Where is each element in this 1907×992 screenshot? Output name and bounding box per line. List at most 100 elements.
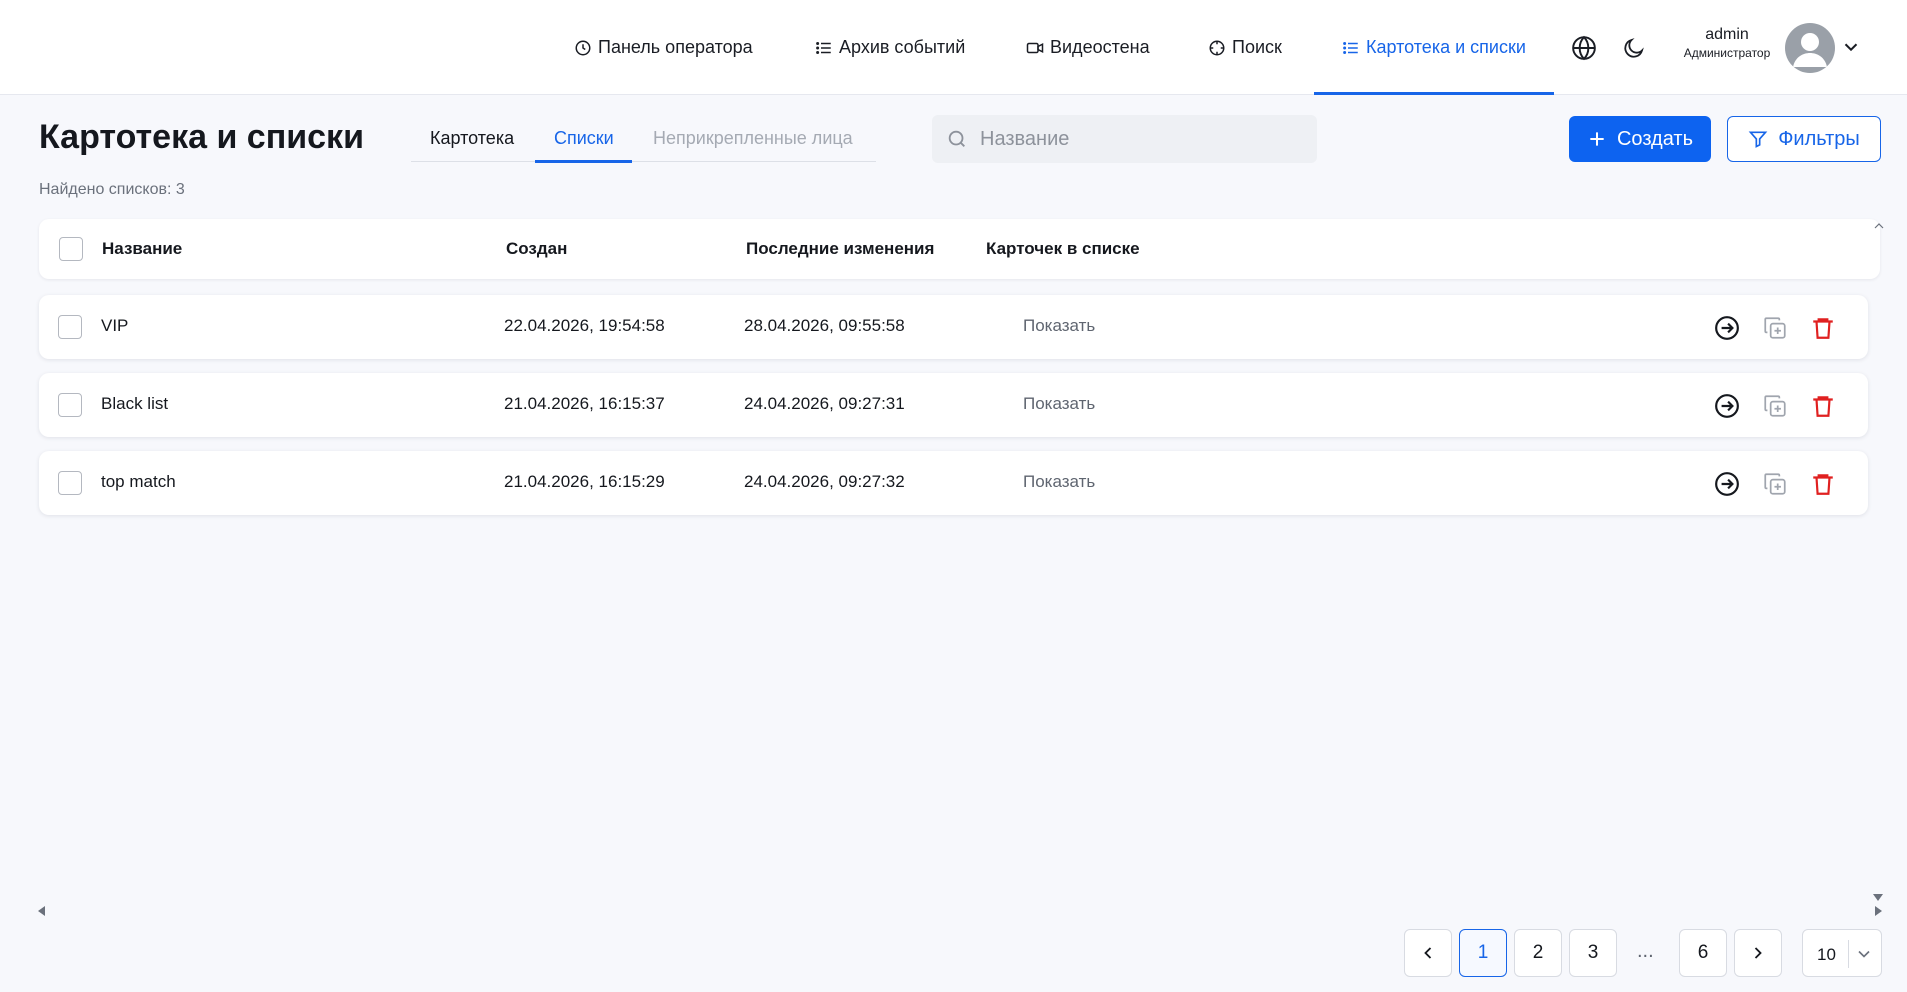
user-role: Администратор	[1683, 46, 1771, 60]
table-row[interactable]: Black list 21.04.2026, 16:15:37 24.04.20…	[39, 373, 1868, 437]
user-menu-chevron[interactable]	[1840, 36, 1862, 58]
row-created: 21.04.2026, 16:15:29	[504, 472, 665, 491]
column-header-modified[interactable]: Последние изменения	[746, 239, 934, 259]
nav-events-archive-label: Архив событий	[839, 37, 966, 57]
plus-icon	[1590, 132, 1604, 146]
tab-lists[interactable]: Списки	[554, 128, 614, 149]
create-button-label: Создать	[1616, 127, 1693, 150]
row-checkbox[interactable]	[58, 315, 82, 339]
moon-icon	[1624, 38, 1644, 58]
copy-button[interactable]	[1762, 393, 1788, 419]
filters-button-label: Фильтры	[1778, 127, 1860, 150]
nav-videowall[interactable]: Видеостена	[1026, 0, 1150, 95]
open-button[interactable]	[1714, 393, 1740, 419]
nav-search[interactable]: Поиск	[1208, 0, 1282, 95]
copy-add-icon	[1764, 395, 1786, 417]
trash-icon	[1813, 318, 1833, 339]
table-row[interactable]: top match 21.04.2026, 16:15:29 24.04.202…	[39, 451, 1868, 515]
table-header: Название Создан Последние изменения Карт…	[39, 219, 1880, 279]
copy-button[interactable]	[1762, 315, 1788, 341]
show-cards-link[interactable]: Показать	[1023, 472, 1095, 492]
user-info[interactable]: admin Администратор	[1672, 26, 1782, 60]
per-page-divider	[1848, 940, 1849, 968]
nav-videowall-label: Видеостена	[1050, 37, 1150, 57]
scroll-left-arrow-icon[interactable]	[37, 906, 47, 916]
row-name: top match	[101, 472, 176, 491]
nav-files-and-lists-label: Картотека и списки	[1366, 37, 1526, 57]
copy-add-icon	[1764, 473, 1786, 495]
search-input[interactable]	[980, 127, 1300, 151]
page-title: Картотека и списки	[39, 118, 364, 156]
found-count: Найдено списков: 3	[39, 181, 185, 198]
select-all-checkbox[interactable]	[59, 237, 83, 261]
arrow-right-circle-icon	[1715, 316, 1739, 340]
row-checkbox[interactable]	[58, 471, 82, 495]
row-modified: 24.04.2026, 09:27:32	[744, 472, 905, 491]
nav-search-label: Поиск	[1232, 37, 1282, 57]
row-created: 21.04.2026, 16:15:37	[504, 394, 665, 413]
nav-events-archive[interactable]: Архив событий	[815, 0, 965, 95]
chevron-left-icon	[1424, 947, 1432, 959]
delete-button[interactable]	[1810, 471, 1836, 497]
avatar[interactable]	[1785, 23, 1835, 73]
top-navigation-bar: Панель оператора Архив событий Видеостен…	[0, 0, 1907, 95]
delete-button[interactable]	[1810, 393, 1836, 419]
crosshair-icon	[1209, 40, 1225, 55]
tab-unattached-faces[interactable]: Неприкрепленные лица	[653, 128, 853, 149]
column-header-created[interactable]: Создан	[506, 239, 567, 259]
user-name: admin	[1705, 26, 1749, 43]
chevron-down-icon	[1844, 43, 1858, 52]
create-button[interactable]: Создать	[1569, 116, 1711, 162]
prev-page-button[interactable]	[1404, 929, 1452, 977]
user-icon	[1793, 33, 1827, 67]
list-icon	[1343, 41, 1358, 54]
pagination-ellipsis: ...	[1637, 940, 1654, 962]
copy-button[interactable]	[1762, 471, 1788, 497]
scroll-up-arrow-icon[interactable]	[1874, 221, 1884, 231]
active-tab-indicator	[535, 160, 632, 163]
search-icon	[948, 130, 965, 147]
chevron-down-icon	[1858, 950, 1870, 958]
filter-icon	[1748, 131, 1768, 148]
scroll-right-arrow-icon[interactable]	[1873, 906, 1883, 916]
tabs: Картотека Списки Неприкрепленные лица	[411, 118, 876, 163]
table-row[interactable]: VIP 22.04.2026, 19:54:58 28.04.2026, 09:…	[39, 295, 1868, 359]
clock-icon	[575, 40, 591, 55]
next-page-button[interactable]	[1734, 929, 1782, 977]
delete-button[interactable]	[1810, 315, 1836, 341]
trash-icon	[1813, 474, 1833, 495]
row-modified: 24.04.2026, 09:27:31	[744, 394, 905, 413]
page-button-2[interactable]: 2	[1514, 929, 1562, 977]
show-cards-link[interactable]: Показать	[1023, 394, 1095, 414]
filters-button[interactable]: Фильтры	[1727, 116, 1881, 162]
list-icon	[816, 41, 831, 54]
globe-icon	[1572, 35, 1596, 61]
row-checkbox[interactable]	[58, 393, 82, 417]
search-box	[932, 115, 1317, 163]
column-header-name[interactable]: Название	[102, 239, 182, 259]
nav-operator-panel[interactable]: Панель оператора	[574, 0, 753, 95]
arrow-right-circle-icon	[1715, 394, 1739, 418]
open-button[interactable]	[1714, 315, 1740, 341]
show-cards-link[interactable]: Показать	[1023, 316, 1095, 336]
video-icon	[1026, 42, 1044, 53]
tab-card-index[interactable]: Картотека	[430, 128, 514, 149]
copy-add-icon	[1764, 317, 1786, 339]
chevron-right-icon	[1754, 947, 1762, 959]
column-header-cards[interactable]: Карточек в списке	[986, 239, 1140, 259]
open-button[interactable]	[1714, 471, 1740, 497]
language-button[interactable]	[1570, 34, 1598, 62]
scroll-down-arrow-icon[interactable]	[1873, 892, 1883, 902]
arrow-right-circle-icon	[1715, 472, 1739, 496]
page-button-6[interactable]: 6	[1679, 929, 1727, 977]
theme-toggle-button[interactable]	[1620, 34, 1648, 62]
page-button-3[interactable]: 3	[1569, 929, 1617, 977]
row-name: VIP	[101, 316, 129, 335]
per-page-select[interactable]: 10	[1802, 929, 1882, 977]
nav-operator-panel-label: Панель оператора	[598, 37, 753, 57]
nav-files-and-lists[interactable]: Картотека и списки	[1314, 0, 1554, 95]
row-modified: 28.04.2026, 09:55:58	[744, 316, 905, 335]
page-button-1[interactable]: 1	[1459, 929, 1507, 977]
row-created: 22.04.2026, 19:54:58	[504, 316, 665, 335]
per-page-value: 10	[1817, 945, 1836, 964]
